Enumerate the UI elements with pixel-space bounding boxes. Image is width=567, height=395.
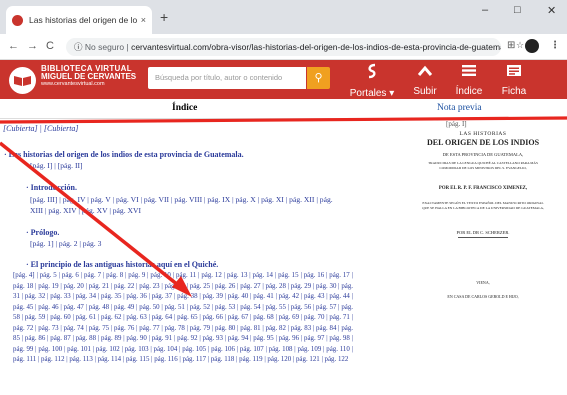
subheader: Índice Nota previa [0, 99, 567, 119]
list-icon [451, 63, 487, 81]
book-line-4: TRADUCIDAS DE LA LENGUA QUICHÉ AL CASTEL… [428, 161, 538, 170]
menu-icon[interactable]: ⋮ [550, 40, 560, 51]
separator: | [126, 42, 129, 52]
reload-button[interactable]: C [46, 40, 54, 52]
section-pages-principio[interactable]: [pág. 4] | pág. 5 | pág. 6 | pág. 7 | pá… [13, 271, 353, 366]
close-window-button[interactable]: ✕ [547, 4, 556, 17]
tab-title: Las historias del origen de los indios [29, 15, 137, 25]
info-icon[interactable]: ⓘ [74, 42, 83, 52]
maximize-button[interactable]: □ [514, 4, 521, 16]
section-title-principio[interactable]: · El principio de las antiguas historias… [26, 259, 218, 270]
book-line-5: POR EL R. P. F. FRANCISCO XIMENEZ, [438, 186, 528, 191]
ficha-label: Ficha [501, 86, 527, 97]
book-rule [458, 237, 508, 238]
browser-window: Las historias del origen de los indios ×… [0, 0, 567, 395]
subir-label: Subir [413, 86, 437, 97]
book-line-9: EN CASA DE CARLOS GEROLD E HIJO, [447, 294, 519, 299]
book-cover-image[interactable]: LAS HISTORIAS DEL ORIGEN DE LOS INDIOS D… [410, 129, 556, 307]
logo-line3: www.cervantesvirtual.com [41, 80, 105, 87]
section-pages-intro-1[interactable]: [pág. III] | pág. IV | pág. V | pág. VI … [30, 194, 360, 205]
indice-label: Índice [455, 86, 483, 97]
book-line-3: DE ESTA PROVINCIA DE GUATEMALA, [442, 152, 524, 157]
tab-bar: Las historias del origen de los indios ×… [0, 0, 567, 34]
site-logo-text[interactable]: BIBLIOTECA VIRTUAL MIGUEL DE CERVANTES w… [41, 64, 136, 88]
address-bar[interactable]: ⓘ No seguro | cervantesvirtual.com/obra-… [66, 38, 501, 56]
portales-menu[interactable]: Portales ▾ [344, 63, 400, 101]
site-header: BIBLIOTECA VIRTUAL MIGUEL DE CERVANTES w… [0, 60, 567, 99]
chevron-up-icon [408, 63, 442, 81]
cover-links[interactable]: [Cubierta] | [Cubierta] [3, 123, 79, 134]
indice-heading: Índice [172, 103, 198, 113]
search-icon: ⚲ [314, 72, 323, 84]
address-bar-row: ← → C ⓘ No seguro | cervantesvirtual.com… [0, 34, 567, 60]
book-line-8: VIENA, [476, 280, 490, 285]
nota-previa-link[interactable]: Nota previa [437, 103, 482, 113]
section-pages-prologo[interactable]: [pág. 1] | pág. 2 | pág. 3 [30, 238, 101, 249]
browser-tab[interactable]: Las historias del origen de los indios × [6, 6, 152, 34]
new-tab-button[interactable]: + [160, 9, 168, 25]
search-button[interactable]: ⚲ [307, 67, 330, 89]
section-title-intro[interactable]: · Introducción. [26, 182, 77, 193]
minimize-button[interactable]: – [482, 4, 488, 16]
forward-button[interactable]: → [27, 40, 38, 52]
section-pages-intro-2[interactable]: XIII | pág. XIV | pág. XV | pág. XVI [30, 205, 141, 216]
subir-button[interactable]: Subir [408, 63, 442, 99]
bvmc-logo-icon[interactable] [9, 67, 36, 94]
book-logo-icon [14, 76, 31, 86]
url-text: cervantesvirtual.com/obra-visor/las-hist… [131, 42, 501, 52]
star-icon[interactable]: ☆ [516, 40, 524, 51]
section-title-main[interactable]: · Las historias del origen de los indios… [4, 149, 244, 160]
security-label: No seguro [84, 42, 125, 52]
site-favicon-icon [12, 14, 23, 26]
ficha-button[interactable]: Ficha [497, 63, 531, 99]
search-input[interactable]: Búsqueda por título, autor o contenido [148, 67, 306, 89]
indice-button[interactable]: Índice [451, 63, 487, 99]
book-line-2: DEL ORIGEN DE LOS INDIOS [426, 138, 540, 147]
back-button[interactable]: ← [8, 40, 19, 52]
section-pages-main[interactable]: [pág. I] | [pág. II] [30, 160, 83, 171]
profile-avatar[interactable] [525, 39, 539, 53]
page-preview: [pág. I] LAS HISTORIAS DEL ORIGEN DE LOS… [390, 119, 567, 395]
card-icon [497, 63, 531, 81]
close-tab-icon[interactable]: × [141, 15, 146, 25]
section-title-prologo[interactable]: · Prólogo. [26, 227, 59, 238]
portales-label: Portales [349, 88, 387, 99]
book-line-6: EXACTAMENTE SEGÚN EL TEXTO ESPAÑOL DEL M… [422, 201, 544, 210]
index-content: [Cubierta] | [Cubierta] · Las historias … [0, 119, 567, 395]
translate-icon[interactable]: ⊞ [507, 40, 515, 51]
portales-icon [344, 63, 400, 83]
